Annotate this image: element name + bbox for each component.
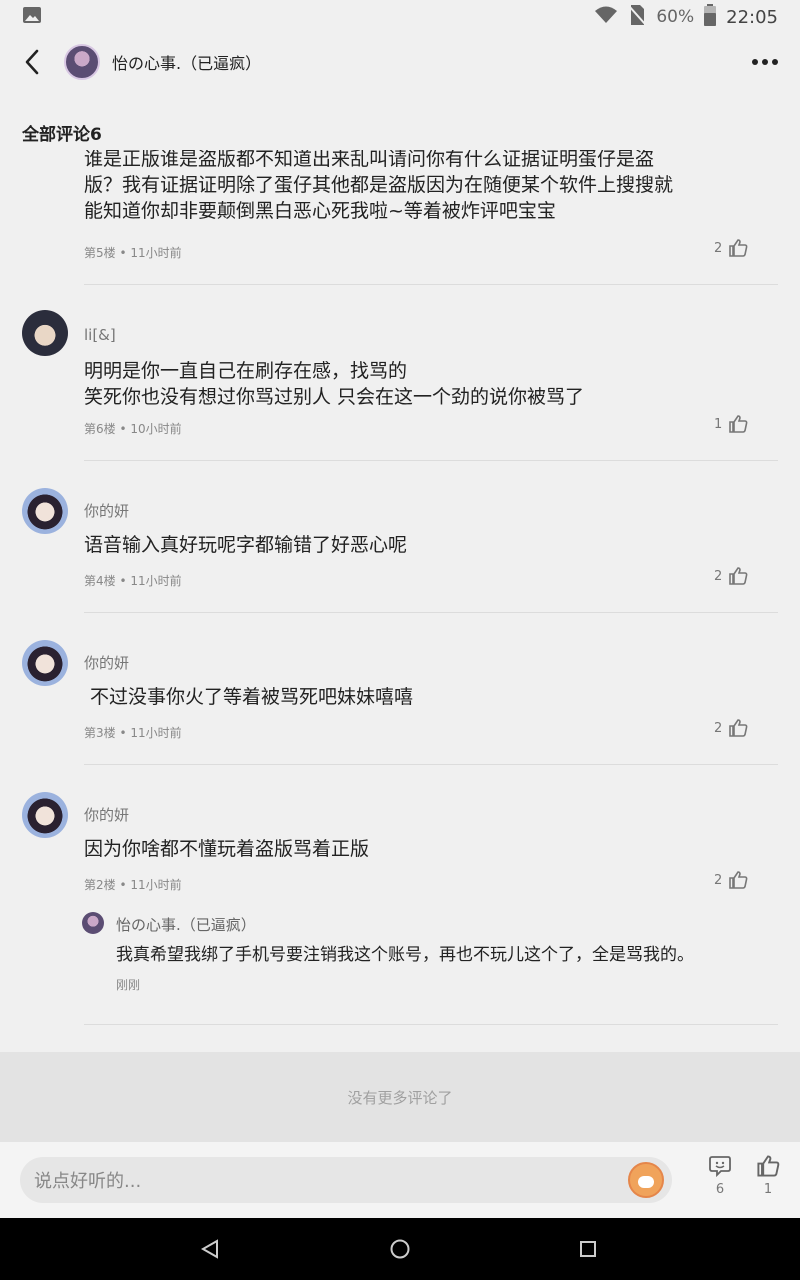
comments-count-button[interactable]: 6 [698,1154,742,1208]
chevron-left-icon [25,49,39,75]
emoji-icon[interactable] [628,1162,664,1198]
like-button[interactable]: 2 [714,718,748,738]
like-button[interactable]: 1 [714,414,748,434]
comment-input-placeholder: 说点好听的... [34,1171,142,1192]
like-button[interactable]: 2 [714,566,748,586]
divider [84,612,778,613]
nav-home-button[interactable] [386,1234,414,1264]
no-more-comments: 没有更多评论了 [0,1052,800,1142]
thumbs-up-icon [729,871,748,889]
like-button[interactable]: 2 [714,870,748,890]
comment-author[interactable]: 你的妍 [84,652,129,673]
like-count: 2 [714,240,723,256]
comment-text: 语音输入真好玩呢字都输错了好恶心呢 [84,534,408,556]
thumbs-up-icon [729,567,748,585]
comments-list[interactable]: 谁是正版谁是盗版都不知道出来乱叫请问你有什么证据证明蛋仔是盗 版？我有证据证明除… [0,150,800,1052]
reply-meta: 刚刚 [116,978,141,992]
more-options-button[interactable] [748,48,782,76]
user-avatar[interactable] [22,792,68,838]
comment-author[interactable]: li[&] [84,326,116,344]
comment-author[interactable]: 你的妍 [84,500,129,521]
page-title: 怡の心事.（已逼疯） [112,54,262,73]
divider [84,284,778,285]
divider [84,1024,778,1025]
nav-recents-button[interactable] [574,1234,602,1264]
back-triangle-icon [200,1239,218,1259]
status-bar: 60% 22:05 [0,0,800,34]
comment-meta: 第4楼 • 11小时前 [84,574,182,588]
thumbs-up-icon [729,719,748,737]
battery-percent: 60% [656,7,695,27]
no-sim-icon [628,4,647,31]
like-count: 1 [763,1182,773,1197]
back-button[interactable] [18,48,46,76]
thumbs-up-icon [757,1155,780,1177]
thumbs-up-icon [729,239,748,257]
comment-meta: 第3楼 • 11小时前 [84,726,182,740]
reply-author[interactable]: 怡の心事.（已逼疯） [116,914,256,935]
author-avatar[interactable] [64,44,100,80]
comment-meta: 第5楼 • 11小时前 [84,246,182,260]
reply-avatar[interactable] [82,912,104,934]
like-button[interactable]: 2 [714,238,748,258]
user-avatar[interactable] [22,640,68,686]
comment-input-bar: 说点好听的... 6 1 [0,1142,800,1218]
user-avatar[interactable] [22,488,68,534]
thumbs-up-icon [729,415,748,433]
image-icon [22,5,42,30]
status-time: 22:05 [726,6,778,28]
comment-author[interactable]: 你的妍 [84,804,129,825]
battery-icon [704,3,717,31]
comment-text: 不过没事你火了等着被骂死吧妹妹嘻嘻 [84,686,414,708]
comment-icon [709,1156,731,1178]
nav-back-button[interactable] [196,1234,224,1264]
comment-input[interactable]: 说点好听的... [20,1157,672,1203]
comments-section-title: 全部评论6 [22,125,102,145]
like-count: 1 [714,416,723,432]
wifi-icon [594,5,618,30]
like-count: 2 [714,568,723,584]
user-avatar[interactable] [22,310,68,356]
system-nav-bar [0,1218,800,1280]
reply-text: 我真希望我绑了手机号要注销我这个账号，再也不玩儿这个了，全是骂我的。 [116,945,694,965]
like-post-button[interactable]: 1 [746,1154,790,1208]
home-circle-icon [390,1239,410,1259]
comment-text: 因为你啥都不懂玩着盗版骂着正版 [84,838,370,860]
comment-text: 明明是你一直自己在刷存在感，找骂的 笑死你也没有想过你骂过别人 只会在这一个劲的… [84,360,585,408]
divider [84,460,778,461]
comments-count: 6 [715,1182,725,1197]
recents-square-icon [580,1241,596,1257]
comment-meta: 第6楼 • 10小时前 [84,422,182,436]
divider [84,764,778,765]
comment-meta: 第2楼 • 11小时前 [84,878,182,892]
top-bar: 怡の心事.（已逼疯） [0,34,800,90]
like-count: 2 [714,720,723,736]
like-count: 2 [714,872,723,888]
comment-text: 谁是正版谁是盗版都不知道出来乱叫请问你有什么证据证明蛋仔是盗 版？我有证据证明除… [84,150,674,222]
